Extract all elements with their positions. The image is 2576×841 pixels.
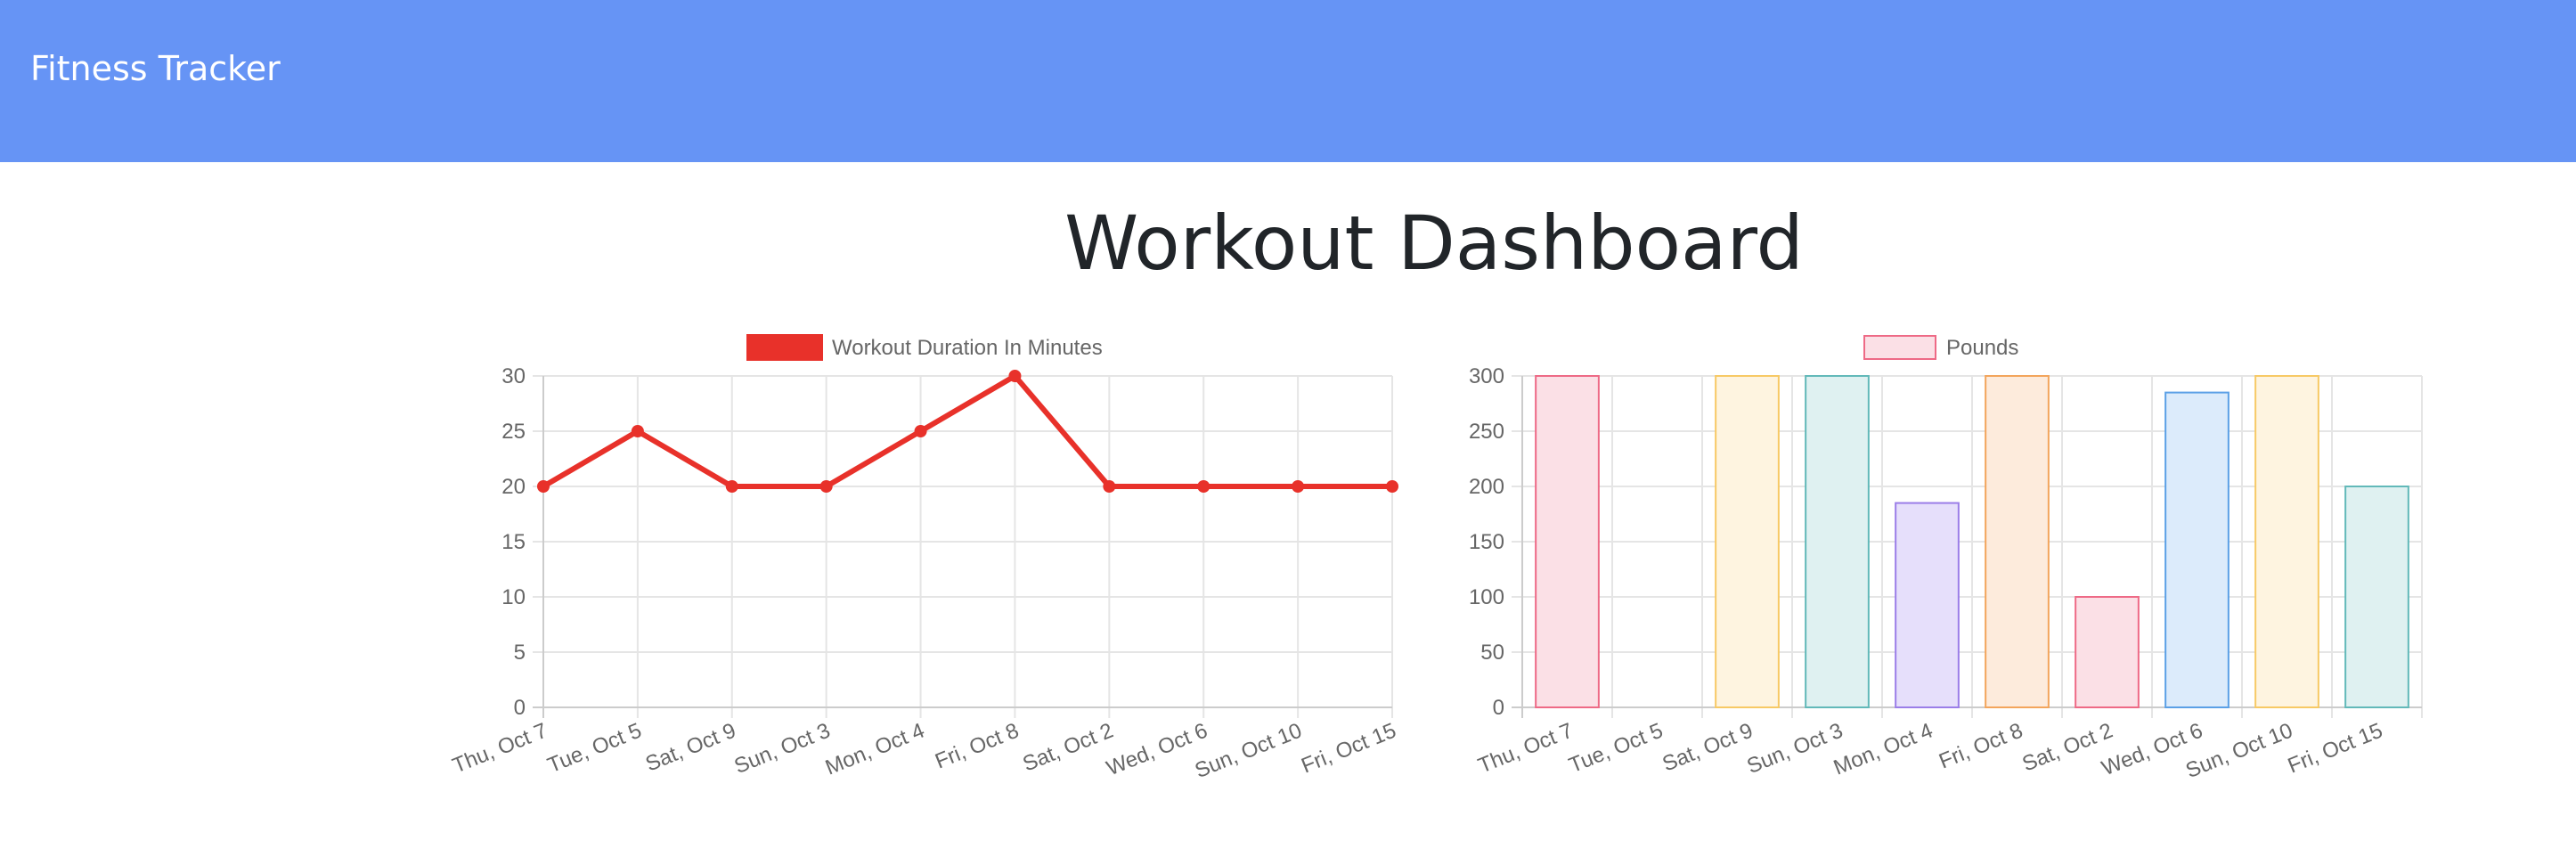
bar <box>1985 375 2050 708</box>
x-tick-label: Wed, Oct 6 <box>1103 719 1211 781</box>
x-tick-label: Mon, Oct 4 <box>822 719 928 780</box>
legend-swatch <box>1863 335 1936 360</box>
navbar: Fitness Tracker <box>0 0 2576 162</box>
x-tick-label: Sun, Oct 3 <box>731 719 834 780</box>
x-tick-label: Sun, Oct 3 <box>1743 719 1846 780</box>
data-point <box>1292 480 1305 493</box>
data-point <box>537 480 550 493</box>
data-point <box>1103 480 1116 493</box>
data-point <box>1386 480 1398 493</box>
x-tick-label: Fri, Oct 8 <box>1936 719 2026 774</box>
workout-duration-line-chart: Workout Duration In Minutes 0 5 10 15 20 25 30 T… <box>449 334 1399 784</box>
y-tick-label: 15 <box>501 530 526 554</box>
data-point <box>631 425 644 437</box>
bar <box>1715 375 1780 708</box>
navbar-brand[interactable]: Fitness Tracker <box>30 46 281 91</box>
legend-swatch <box>746 334 823 361</box>
bar <box>2254 375 2319 708</box>
data-point <box>725 480 738 493</box>
bar <box>1805 375 1870 708</box>
y-tick-label: 100 <box>1469 585 1504 609</box>
legend-label: Pounds <box>1946 336 2018 360</box>
bar <box>2075 596 2140 708</box>
data-point <box>1008 370 1022 382</box>
y-tick-label: 300 <box>1469 364 1504 388</box>
x-tick-label: Sat, Oct 9 <box>1659 719 1757 777</box>
bar <box>1535 375 1600 708</box>
x-tick-label: Thu, Oct 7 <box>1475 719 1577 779</box>
y-tick-label: 25 <box>501 420 526 444</box>
x-tick-label: Sat, Oct 9 <box>642 719 739 777</box>
x-tick-label: Mon, Oct 4 <box>1830 719 1936 780</box>
x-tick-label: Fri, Oct 8 <box>932 719 1023 774</box>
data-point <box>1197 480 1211 493</box>
y-tick-label: 150 <box>1469 530 1504 554</box>
y-tick-label: 5 <box>514 641 526 665</box>
bar <box>2164 391 2230 708</box>
x-tick-label: Sat, Oct 2 <box>1020 719 1117 777</box>
data-point <box>819 480 833 493</box>
pounds-bar-chart: Pounds 0 50 100 150 200 250 300 Thu, Oct 7Tue, O… <box>1469 335 2423 783</box>
y-tick-label: 30 <box>501 364 526 388</box>
bar <box>1895 502 1960 708</box>
y-tick-label: 0 <box>1493 696 1504 720</box>
y-tick-label: 200 <box>1469 475 1504 499</box>
bar <box>2344 486 2409 708</box>
x-tick-label: Tue, Oct 5 <box>1566 719 1667 779</box>
y-tick-label: 250 <box>1469 420 1504 444</box>
x-tick-label: Sun, Oct 10 <box>1192 719 1306 784</box>
x-tick-label: Fri, Oct 15 <box>2285 719 2386 779</box>
x-tick-label: Tue, Oct 5 <box>544 719 645 779</box>
y-tick-label: 20 <box>501 475 526 499</box>
x-tick-label: Thu, Oct 7 <box>449 719 550 779</box>
legend-label: Workout Duration In Minutes <box>832 336 1103 360</box>
y-tick-label: 50 <box>1480 641 1504 665</box>
y-tick-label: 0 <box>514 696 526 720</box>
y-tick-label: 10 <box>501 585 526 609</box>
x-tick-label: Fri, Oct 15 <box>1298 719 1399 779</box>
page-title: Workout Dashboard <box>1064 200 1804 287</box>
data-point <box>914 425 927 437</box>
